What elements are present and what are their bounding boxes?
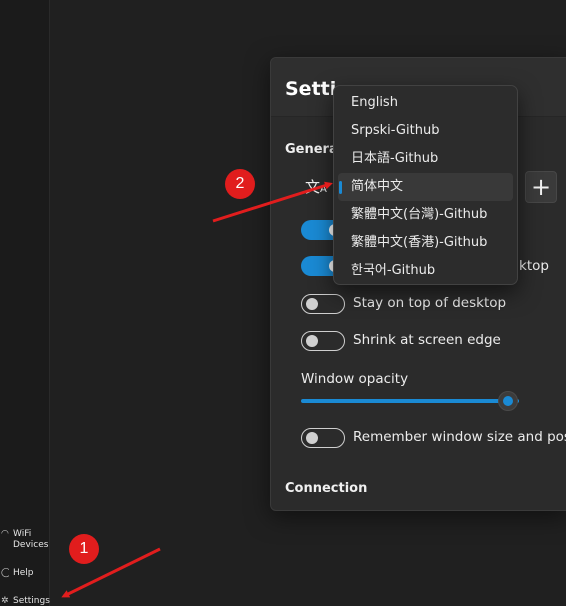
page-title: Setti — [285, 78, 337, 100]
gear-icon: ✲ — [1, 596, 9, 606]
section-title-connection: Connection — [285, 481, 368, 496]
toggle-label-stay-on-top: Stay on top of desktop — [353, 295, 507, 311]
add-language-button[interactable]: + — [525, 171, 557, 203]
wifi-icon: ◠ — [1, 529, 9, 539]
toggle-knob — [306, 432, 318, 444]
toggle-shrink-edge[interactable] — [301, 331, 345, 351]
sidebar-item-label-line1: WiFi — [13, 529, 32, 539]
language-option-traditional-chinese-taiwan[interactable]: 繁體中文(台灣)-Github — [338, 201, 513, 229]
annotation-badge-2: 2 — [225, 169, 255, 199]
sidebar-item-label-line2: Devices — [13, 540, 49, 550]
window-opacity-thumb[interactable] — [498, 391, 519, 411]
toggle-knob — [306, 335, 318, 347]
toggle-remember-window[interactable] — [301, 428, 345, 448]
toggle-knob — [306, 298, 318, 310]
app-window: ◠ WiFi Devices ◯ Help ✲ Settings Setti G… — [0, 0, 566, 606]
language-option-traditional-chinese-hongkong[interactable]: 繁體中文(香港)-Github — [338, 229, 513, 257]
toggle-stay-on-top[interactable] — [301, 294, 345, 314]
left-nav-rail: ◠ WiFi Devices ◯ Help ✲ Settings — [0, 0, 50, 606]
toggle-label-2: ktop — [519, 258, 549, 274]
toggle-label-shrink-edge: Shrink at screen edge — [353, 332, 501, 348]
language-dropdown[interactable]: English Srpski-Github 日本語-Github 简体中文 繁體… — [333, 85, 518, 285]
sidebar-item-label: WiFi Devices — [13, 529, 48, 551]
sidebar-item-help[interactable]: ◯ Help — [0, 568, 34, 579]
language-option-korean[interactable]: 한국어-Github — [338, 257, 513, 285]
language-option-english[interactable]: English — [338, 89, 513, 117]
window-opacity-track[interactable] — [301, 399, 519, 403]
toggle-label-remember-window: Remember window size and positi — [353, 429, 566, 445]
sidebar-item-settings[interactable]: ✲ Settings — [0, 596, 50, 606]
annotation-badge-1: 1 — [69, 534, 99, 564]
window-opacity-label: Window opacity — [301, 371, 409, 387]
translate-icon: 文A — [305, 178, 327, 196]
section-title-general: Genera — [285, 142, 338, 157]
sidebar-item-wifi-devices[interactable]: ◠ WiFi Devices — [0, 529, 48, 551]
language-option-simplified-chinese[interactable]: 简体中文 — [338, 173, 513, 201]
help-icon: ◯ — [1, 568, 9, 578]
sidebar-item-label: Help — [13, 568, 34, 578]
language-option-serbian[interactable]: Srpski-Github — [338, 117, 513, 145]
language-option-japanese[interactable]: 日本語-Github — [338, 145, 513, 173]
sidebar-item-label: Settings — [13, 596, 50, 606]
